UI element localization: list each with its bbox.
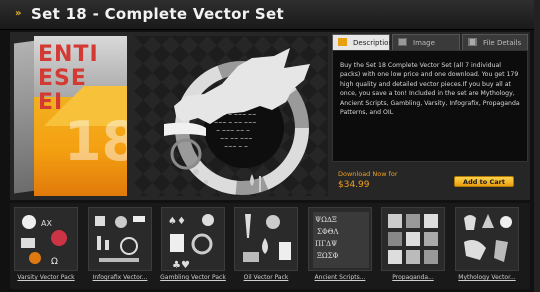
product-box-word: ENTI xyxy=(38,42,99,67)
pack-thumbnail-oil[interactable] xyxy=(234,207,298,271)
pack-link-propaganda[interactable]: Propaganda... xyxy=(380,274,446,281)
oil-pack-preview xyxy=(243,214,291,262)
svg-text:ΠΓΔΨ: ΠΓΔΨ xyxy=(315,240,337,248)
pack-thumbnail-propaganda[interactable] xyxy=(381,207,445,271)
product-box-front: ENTI ESE EI 18 xyxy=(34,36,127,196)
tab-description[interactable]: Description xyxy=(332,34,393,50)
infografix-pack-preview xyxy=(95,216,145,262)
artwork-illustration: ~~ ~ ~~~ ~~~~~ ~ ~~ ~~~ ~ ~~~ ~~ ~~~ ~~ … xyxy=(134,36,328,196)
price: $34.99 xyxy=(338,180,370,190)
add-to-cart-button[interactable]: Add to Cart xyxy=(454,176,514,187)
title-bar: » Set 18 - Complete Vector Set xyxy=(0,0,540,30)
svg-text:~ ~~~ ~~ ~: ~ ~~~ ~~ ~ xyxy=(216,128,250,134)
mythology-pack-preview xyxy=(464,214,512,262)
pack-link-oil[interactable]: Oil Vector Pack xyxy=(233,274,299,281)
svg-text:ΣΦΘΛ: ΣΦΘΛ xyxy=(317,228,339,236)
product-box-word: ESE xyxy=(38,66,87,91)
document-icon xyxy=(338,38,347,46)
pack-link-gambling[interactable]: Gambling Vector Pack xyxy=(160,274,226,281)
tab-image-gallery[interactable]: Image Gallery xyxy=(392,34,460,63)
tab-file-details[interactable]: File Details xyxy=(462,34,528,50)
pack-thumbnail-gambling[interactable]: ♠♦ ♣♥ xyxy=(161,207,225,271)
pack-link-varsity[interactable]: Varsity Vector Pack xyxy=(13,274,79,281)
tab-label: Description xyxy=(353,39,393,47)
product-box-word: EI xyxy=(38,90,64,115)
page-title: Set 18 - Complete Vector Set xyxy=(31,5,284,23)
svg-text:AX: AX xyxy=(41,219,52,228)
pack-link-mythology[interactable]: Mythology Vector... xyxy=(454,274,520,281)
pack-thumbnail-infografix[interactable] xyxy=(88,207,152,271)
svg-text:ΞΩΣΦ: ΞΩΣΦ xyxy=(317,252,339,260)
tab-label: File Details xyxy=(483,39,522,47)
svg-text:♣♥: ♣♥ xyxy=(172,260,190,271)
product-showcase: ENTI ESE EI 18 ~~ ~ ~~~ ~~ ~~~ ~ ~~ ~~~ ~… xyxy=(10,32,530,200)
varsity-pack-preview: AX Ω xyxy=(21,215,67,267)
propaganda-pack-preview xyxy=(388,214,438,264)
download-label: Download Now for xyxy=(338,170,398,178)
svg-text:~~~ ~ ~: ~~~ ~ ~ xyxy=(224,144,248,150)
pack-thumbnail-mythology[interactable] xyxy=(455,207,519,271)
image-icon xyxy=(398,38,407,46)
svg-text:♠♦: ♠♦ xyxy=(168,216,186,227)
product-box-side xyxy=(14,40,36,194)
featured-artwork: ~~ ~ ~~~ ~~ ~~~ ~ ~~ ~~~ ~ ~~~ ~~ ~ ~~ ~~ … xyxy=(134,36,328,196)
file-icon xyxy=(468,38,477,46)
product-box-number: 18 xyxy=(64,110,127,173)
description-text: Buy the Set 18 Complete Vector Set (all … xyxy=(340,62,520,117)
scrollbar-track[interactable] xyxy=(534,0,540,292)
tab-bar: Description Image Gallery File Details xyxy=(332,34,528,63)
pack-link-ancient-scripts[interactable]: Ancient Scripts... xyxy=(307,274,373,281)
pack-thumbnail-varsity[interactable]: AX Ω xyxy=(14,207,78,271)
pack-thumbnails: AX Ω Varsity Vector Pack Infografix Vect… xyxy=(10,203,530,289)
svg-text:~~~ ~ ~~ ~~~: ~~~ ~ ~~ ~~~ xyxy=(214,120,256,126)
product-box-image: ENTI ESE EI 18 xyxy=(14,36,129,196)
pack-thumbnail-ancient-scripts[interactable]: ΨΩ∆Ξ ΣΦΘΛ ΠΓΔΨ ΞΩΣΦ xyxy=(308,207,372,271)
description-box: Buy the Set 18 Complete Vector Set (all … xyxy=(332,50,528,162)
svg-text:ΨΩ∆Ξ: ΨΩ∆Ξ xyxy=(315,216,337,224)
ancient-scripts-pack-preview: ΨΩ∆Ξ ΣΦΘΛ ΠΓΔΨ ΞΩΣΦ xyxy=(313,212,369,268)
svg-text:Ω: Ω xyxy=(51,257,58,267)
pack-link-infografix[interactable]: Infografix Vector... xyxy=(87,274,153,281)
chevron-right-icon: » xyxy=(15,8,22,19)
details-panel: Description Image Gallery File Details B… xyxy=(332,34,528,198)
gambling-pack-preview: ♠♦ ♣♥ xyxy=(168,214,214,271)
svg-text:~~ ~~ ~~~: ~~ ~~ ~~~ xyxy=(220,136,253,142)
